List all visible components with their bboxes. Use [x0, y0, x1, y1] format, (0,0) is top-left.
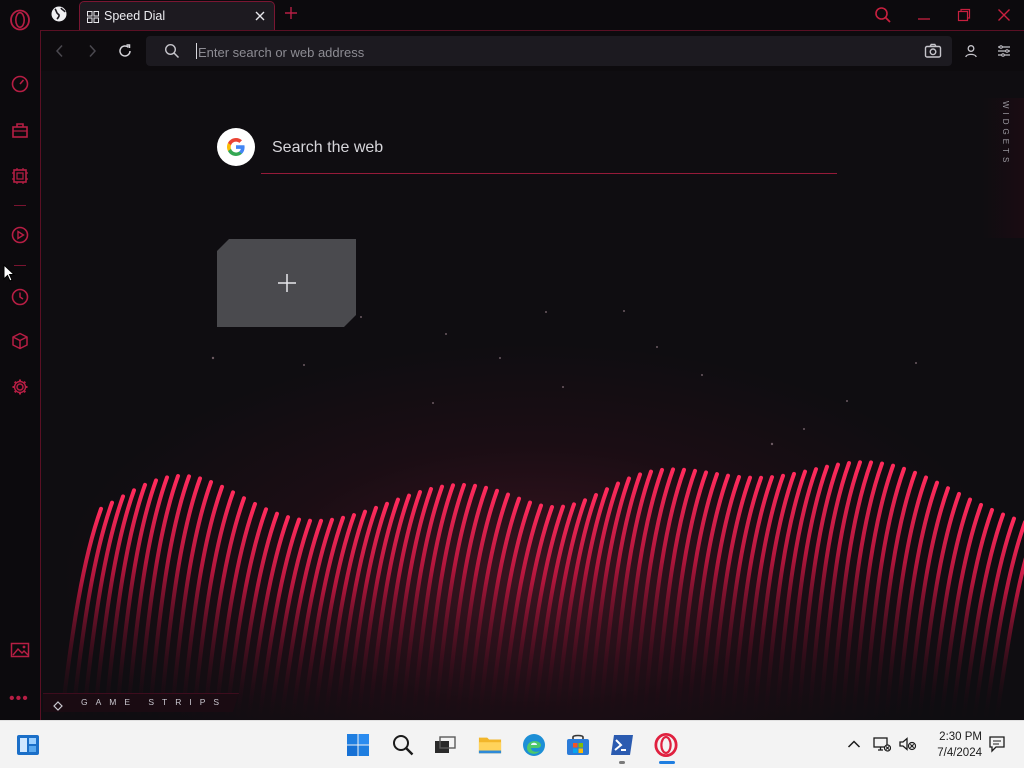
- speed-dial-page: Search the web WIDGETS GAME STRIPS: [41, 71, 1024, 720]
- history-icon[interactable]: [8, 285, 32, 309]
- close-window-icon[interactable]: [993, 5, 1015, 25]
- plus-icon: [277, 273, 297, 293]
- web-search-input[interactable]: Search the web: [272, 139, 383, 157]
- settings-icon[interactable]: [8, 375, 32, 399]
- game-strips-bar[interactable]: GAME STRIPS: [43, 693, 239, 712]
- powershell-icon[interactable]: [610, 733, 634, 757]
- minimize-icon[interactable]: [913, 5, 935, 25]
- gx-corner-icon[interactable]: [8, 118, 32, 142]
- sidebar-separator: [14, 265, 26, 266]
- file-explorer-icon[interactable]: [478, 733, 502, 757]
- workspace-globe-icon[interactable]: [50, 5, 70, 25]
- close-tab-icon[interactable]: [253, 9, 267, 28]
- account-icon[interactable]: [960, 40, 982, 62]
- back-icon[interactable]: [49, 40, 71, 62]
- add-site-tile[interactable]: [217, 239, 356, 327]
- opera-icon[interactable]: [654, 733, 678, 757]
- network-icon[interactable]: [873, 735, 891, 753]
- store-icon[interactable]: [566, 733, 590, 757]
- snapshot-camera-icon[interactable]: [924, 42, 942, 65]
- gx-control-icon[interactable]: [8, 72, 32, 96]
- easy-setup-menu-icon[interactable]: [993, 40, 1015, 62]
- forward-icon[interactable]: [81, 40, 103, 62]
- clock-date: 7/4/2024: [937, 747, 982, 759]
- clock-time: 2:30 PM: [939, 731, 982, 743]
- opera-active-indicator: [659, 761, 675, 764]
- volume-muted-icon[interactable]: [899, 735, 917, 753]
- notifications-icon[interactable]: [988, 735, 1006, 753]
- mouse-cursor-icon: [3, 263, 16, 287]
- extensions-cube-icon[interactable]: [8, 329, 32, 353]
- new-tab-plus-icon[interactable]: [283, 5, 299, 26]
- search-icon: [164, 43, 180, 64]
- address-input[interactable]: [196, 41, 900, 63]
- widgets-icon[interactable]: [16, 733, 40, 757]
- reload-icon[interactable]: [114, 40, 136, 62]
- tab-title: Speed Dial: [104, 9, 166, 23]
- text-caret: [196, 43, 197, 59]
- opera-logo-icon[interactable]: [8, 8, 32, 32]
- search-icon[interactable]: [391, 733, 415, 757]
- task-view-icon[interactable]: [433, 733, 457, 757]
- more-icon[interactable]: •••: [9, 690, 29, 708]
- speed-dial-grid-icon: [87, 10, 99, 28]
- tab-search-icon[interactable]: [872, 5, 894, 25]
- start-icon[interactable]: [346, 733, 370, 757]
- sidebar: •••: [0, 0, 40, 720]
- edge-icon[interactable]: [522, 733, 546, 757]
- taskbar: 2:30 PM 7/4/2024: [0, 720, 1024, 768]
- wave-wallpaper: [59, 460, 1024, 720]
- hot-tabs-killer-icon[interactable]: [8, 164, 32, 188]
- player-icon[interactable]: [8, 223, 32, 247]
- show-hidden-icons-chevron-icon[interactable]: [845, 735, 863, 753]
- widgets-label[interactable]: WIDGETS: [1001, 101, 1010, 166]
- wallpaper-icon[interactable]: [8, 638, 32, 662]
- search-underline: [261, 173, 837, 174]
- sidebar-separator: [14, 205, 26, 206]
- restore-icon[interactable]: [953, 5, 975, 25]
- address-bar[interactable]: [146, 36, 952, 66]
- tab-speed-dial[interactable]: Speed Dial: [79, 1, 275, 31]
- game-strips-label: GAME STRIPS: [81, 697, 228, 707]
- google-logo-icon[interactable]: [217, 128, 255, 166]
- powershell-running-indicator: [619, 761, 625, 764]
- clock[interactable]: 2:30 PM 7/4/2024: [926, 729, 982, 761]
